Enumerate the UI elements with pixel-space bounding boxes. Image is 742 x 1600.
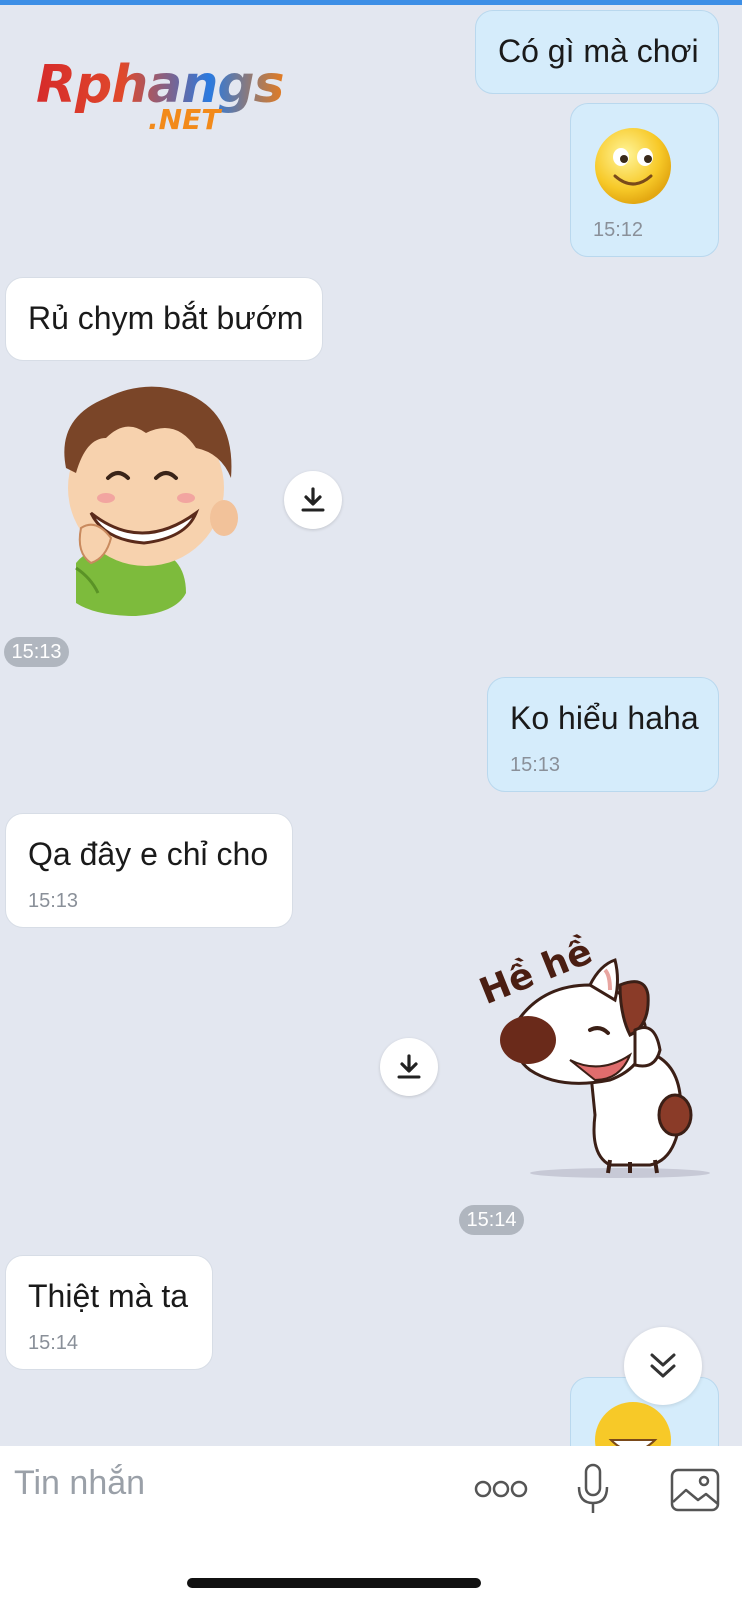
message-time: 15:13	[28, 890, 79, 912]
message-text: Rủ chym bắt bướm	[28, 300, 304, 336]
incoming-message[interactable]: Thiệt mà ta 15:14	[5, 1255, 213, 1370]
download-icon	[301, 487, 325, 512]
message-text: Thiệt mà ta	[28, 1278, 189, 1314]
incoming-message[interactable]: Qa đây e chỉ cho 15:13	[5, 813, 293, 928]
message-text: Có gì mà chơi	[498, 33, 699, 69]
double-chevron-down-icon	[650, 1353, 676, 1378]
image-icon[interactable]	[670, 1468, 720, 1512]
message-text: Ko hiểu haha	[510, 700, 699, 736]
sticker-time: 15:13	[4, 637, 69, 667]
download-button[interactable]	[380, 1038, 438, 1096]
dog-sticker[interactable]: Hề hề	[470, 931, 720, 1180]
top-accent-bar	[0, 0, 742, 5]
home-indicator	[187, 1578, 481, 1588]
outgoing-message[interactable]: Có gì mà chơi	[475, 10, 719, 94]
smiley-emoji-icon	[595, 128, 671, 204]
outgoing-message[interactable]: 15:12	[570, 103, 719, 257]
message-time: 15:13	[510, 754, 561, 776]
dog-illustration	[500, 958, 710, 1178]
scroll-to-bottom-button[interactable]	[624, 1327, 702, 1405]
more-icon[interactable]	[474, 1479, 528, 1499]
download-icon	[397, 1054, 421, 1079]
boy-sticker[interactable]	[36, 378, 256, 618]
message-text: Qa đây e chỉ cho	[28, 836, 269, 872]
incoming-message[interactable]: Rủ chym bắt bướm	[5, 277, 323, 361]
message-time: 15:12	[593, 219, 644, 241]
outgoing-message[interactable]: Ko hiểu haha 15:13	[487, 677, 719, 792]
download-button[interactable]	[284, 471, 342, 529]
composer-bar: Tin nhắn	[0, 1446, 742, 1600]
message-input[interactable]: Tin nhắn	[14, 1464, 434, 1503]
sticker-time: 15:14	[459, 1205, 524, 1235]
message-time: 15:14	[28, 1332, 79, 1354]
microphone-icon[interactable]	[576, 1463, 610, 1515]
watermark-logo: Rphangs .NET	[36, 55, 285, 145]
watermark-suffix: .NET	[148, 103, 221, 136]
